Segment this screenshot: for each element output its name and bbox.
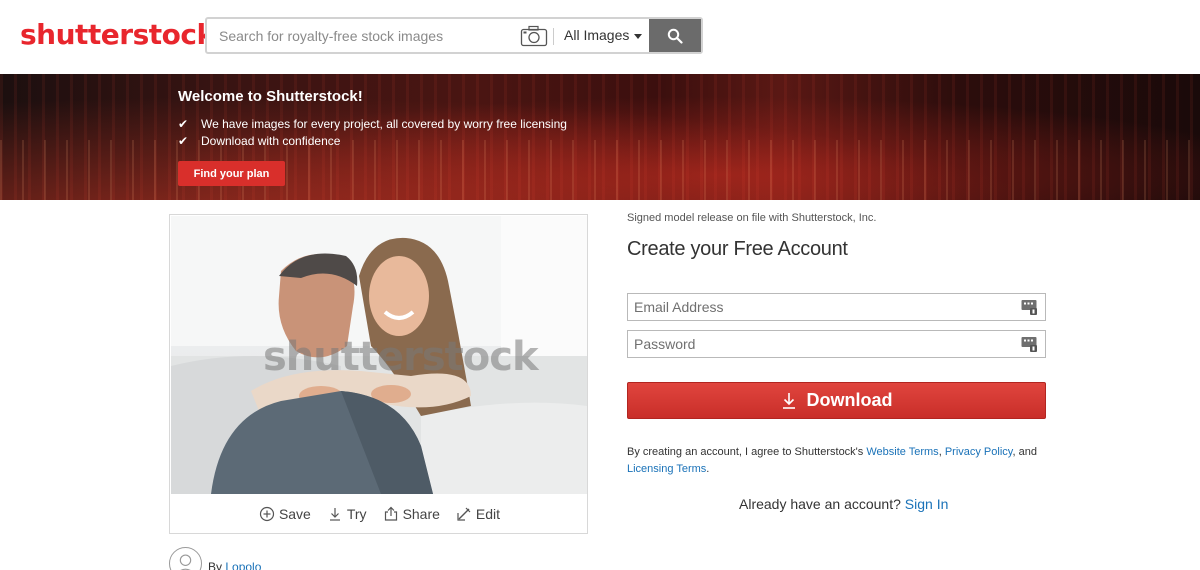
shutterstock-logo[interactable]: shutterstock — [20, 18, 215, 52]
signin-prefix: Already have an account? — [739, 496, 901, 512]
checkmark-icon: ✔ — [178, 134, 189, 148]
website-terms-link[interactable]: Website Terms — [866, 446, 938, 458]
image-actions: Save Try Share Edit — [170, 501, 589, 527]
email-field — [627, 293, 1046, 321]
promo-banner: Welcome to Shutterstock! ✔ We have image… — [0, 74, 1200, 200]
watermark: shutterstock — [263, 334, 539, 380]
image-type-label: All Images — [564, 27, 630, 43]
chevron-down-icon — [634, 33, 643, 39]
banner-benefit-text: We have images for every project, all co… — [201, 117, 567, 131]
banner-benefit-item: ✔ Download with confidence — [178, 134, 567, 148]
sign-in-link[interactable]: Sign In — [905, 496, 949, 512]
try-label: Try — [346, 506, 367, 522]
password-input[interactable] — [628, 331, 1008, 357]
edit-label: Edit — [475, 506, 501, 522]
search-icon — [667, 28, 683, 44]
author-link[interactable]: Lopolo — [225, 560, 261, 570]
banner-content: Welcome to Shutterstock! ✔ We have image… — [178, 88, 567, 151]
checkmark-icon: ✔ — [178, 117, 189, 131]
terms-end: . — [706, 463, 710, 475]
stock-photo[interactable]: shutterstock — [171, 216, 587, 494]
download-icon — [329, 508, 340, 521]
password-manager-icon[interactable] — [1021, 299, 1037, 315]
search-bar: All Images — [205, 17, 703, 54]
plus-circle-icon — [259, 506, 275, 522]
author-credit: By Lopolo — [208, 560, 261, 570]
image-preview-card: shutterstock Save Try Share Edit — [169, 214, 588, 534]
model-release-note: Signed model release on file with Shutte… — [627, 212, 877, 224]
find-plan-button[interactable]: Find your plan — [178, 161, 285, 186]
save-label: Save — [278, 506, 311, 522]
password-manager-icon[interactable] — [1021, 336, 1037, 352]
signup-title: Create your Free Account — [627, 238, 848, 260]
save-button[interactable]: Save — [259, 501, 311, 527]
author-prefix: By — [208, 560, 223, 570]
terms-separator: , and — [1012, 446, 1037, 458]
share-icon — [384, 506, 397, 521]
signin-prompt: Already have an account? Sign In — [739, 496, 948, 512]
search-divider — [553, 28, 554, 45]
search-input[interactable] — [209, 21, 517, 50]
share-label: Share — [402, 506, 440, 522]
site-header: shutterstock All Images — [0, 0, 1200, 74]
banner-benefit-text: Download with confidence — [201, 134, 341, 148]
edit-button[interactable]: Edit — [456, 501, 500, 527]
image-type-dropdown[interactable]: All Images — [564, 27, 643, 43]
camera-icon[interactable] — [520, 25, 548, 47]
banner-benefit-item: ✔ We have images for every project, all … — [178, 117, 567, 131]
password-field — [627, 330, 1046, 358]
edit-icon — [457, 507, 471, 521]
download-label: Download — [806, 390, 893, 410]
email-input[interactable] — [628, 294, 1008, 320]
try-button[interactable]: Try — [327, 501, 367, 527]
download-icon — [782, 392, 795, 409]
search-button[interactable] — [649, 19, 701, 52]
share-button[interactable]: Share — [383, 501, 440, 527]
terms-prefix: By creating an account, I agree to Shutt… — [627, 446, 867, 458]
image-author: By Lopolo — [169, 547, 261, 570]
download-button[interactable]: Download — [627, 382, 1046, 419]
banner-title: Welcome to Shutterstock! — [178, 88, 363, 105]
privacy-policy-link[interactable]: Privacy Policy — [945, 446, 1013, 458]
terms-notice: By creating an account, I agree to Shutt… — [627, 444, 1057, 478]
user-avatar-icon — [169, 547, 202, 570]
licensing-terms-link[interactable]: Licensing Terms — [627, 463, 706, 475]
